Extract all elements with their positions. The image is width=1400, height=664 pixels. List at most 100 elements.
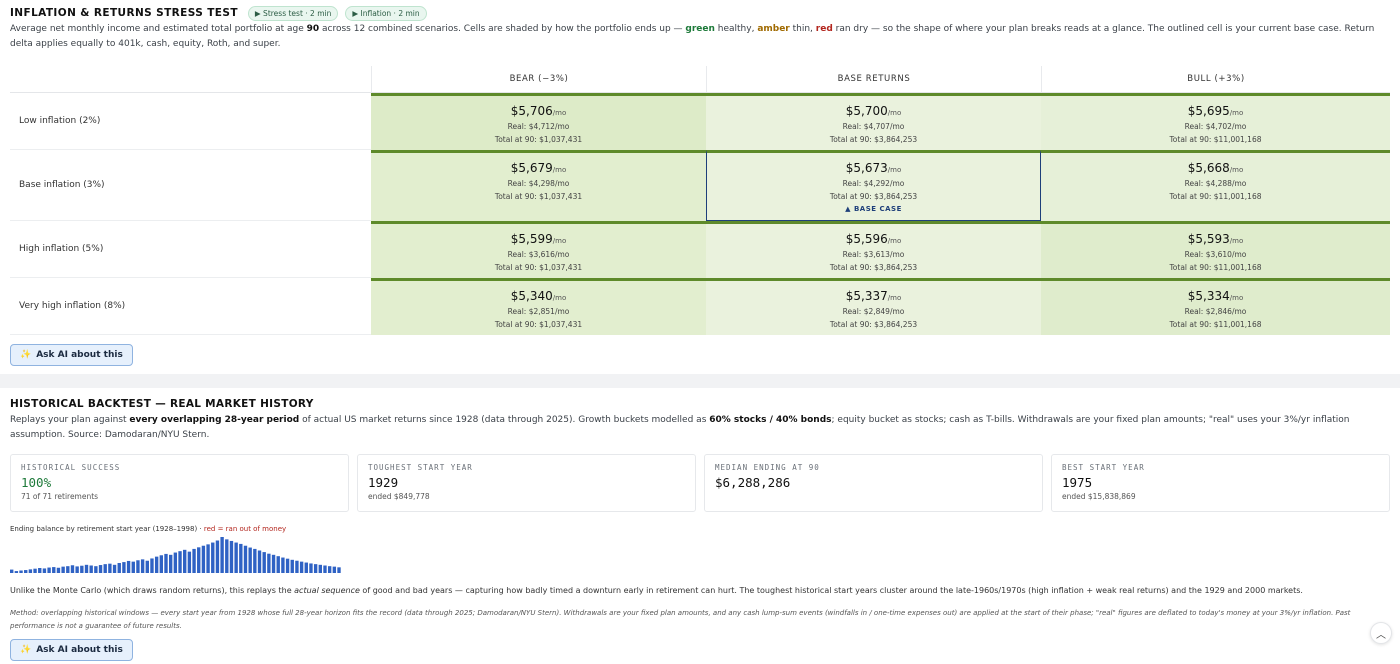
start-year-bar: [323, 565, 327, 573]
nominal-income: $5,340/mo: [510, 289, 567, 303]
method-note: Method: overlapping historical windows —…: [10, 609, 1351, 630]
start-year-bar: [248, 547, 252, 573]
start-year-bar: [70, 565, 75, 573]
real-income: Real: $4,298/mo: [507, 179, 570, 188]
start-year-bar: [61, 566, 65, 573]
total-at-90: Total at 90: $1,037,431: [494, 192, 583, 201]
real-income: Real: $3,610/mo: [1184, 250, 1247, 259]
ask-ai-backtest-button[interactable]: ✨ Ask AI about this: [10, 639, 133, 661]
scenario-cell: $5,706/mo Real: $4,712/mo Total at 90: $1,…: [371, 93, 706, 150]
base-case-label: ▲ BASE CASE: [845, 205, 902, 213]
stat-median-ending: MEDIAN ENDING AT 90 $6,288,286: [704, 454, 1043, 512]
scenario-cell: $5,596/mo Real: $3,613/mo Total at 90: $3,…: [706, 221, 1041, 278]
start-year-bar: [197, 547, 201, 573]
start-year-bar: [201, 545, 206, 573]
start-year-bar: [75, 566, 79, 573]
nominal-income: $5,668/mo: [1187, 161, 1244, 175]
start-year-bar: [145, 560, 149, 573]
start-year-bar: [42, 568, 47, 573]
total-at-90: Total at 90: $3,864,253: [829, 263, 918, 272]
start-year-bar: [173, 552, 178, 573]
start-year-bar: [183, 549, 187, 573]
stat-best-start-year: BEST START YEAR 1975 ended $15,838,869: [1051, 454, 1390, 512]
start-year-bar: [122, 562, 126, 573]
sparkle-icon: ✨: [20, 645, 32, 655]
start-year-bar: [136, 560, 140, 573]
col-header-bear: BEAR (−3%): [509, 74, 569, 84]
start-year-bar: [234, 542, 238, 573]
start-year-bar: [229, 540, 234, 573]
ask-ai-stress-button[interactable]: ✨ Ask AI about this: [10, 344, 133, 366]
start-year-bar: [262, 552, 266, 573]
start-year-bar: [211, 542, 215, 573]
start-year-bar: [253, 548, 257, 573]
start-year-bar: [327, 566, 332, 573]
real-income: Real: $4,702/mo: [1184, 122, 1247, 131]
scroll-to-top-button[interactable]: ︿: [1370, 622, 1392, 644]
start-year-bar: [10, 569, 14, 573]
start-year-bar: [47, 567, 51, 573]
total-at-90: Total at 90: $11,001,168: [1169, 135, 1262, 144]
nominal-income: $5,599/mo: [510, 232, 567, 246]
start-year-bar: [276, 556, 280, 573]
total-at-90: Total at 90: $11,001,168: [1169, 320, 1262, 329]
row-label: Low inflation (2%): [10, 93, 371, 150]
scenario-cell: $5,679/mo Real: $4,298/mo Total at 90: $1,…: [371, 150, 706, 221]
start-year-bar: [220, 537, 224, 573]
start-year-bar: [52, 567, 56, 573]
backtest-section: HISTORICAL BACKTEST — REAL MARKET HISTOR…: [0, 388, 1400, 664]
start-year-bar: [108, 563, 112, 573]
start-year-bar: [150, 558, 154, 573]
start-year-bar: [309, 563, 313, 573]
real-income: Real: $3,616/mo: [507, 250, 570, 259]
section-title: INFLATION & RETURNS STRESS TEST: [10, 7, 238, 19]
start-year-bar: [187, 551, 192, 573]
backtest-description: Replays your plan against every overlapp…: [10, 415, 1350, 440]
start-year-bar: [19, 570, 23, 573]
stress-test-video-pill[interactable]: ▶ Stress test · 2 min: [247, 5, 339, 21]
row-label: Base inflation (3%): [10, 150, 371, 221]
real-income: Real: $4,712/mo: [507, 122, 570, 131]
inflation-video-pill[interactable]: ▶ Inflation · 2 min: [345, 5, 427, 21]
start-year-bar: [215, 540, 220, 573]
nominal-income: $5,334/mo: [1187, 289, 1244, 303]
start-year-bar: [98, 565, 103, 573]
start-year-bar: [168, 554, 173, 573]
ending-balance-bar-chart: [10, 537, 341, 573]
scenario-cell: $5,334/mo Real: $2,846/mo Total at 90: $11…: [1041, 278, 1390, 335]
total-at-90: Total at 90: $3,864,253: [829, 320, 918, 329]
start-year-bar: [267, 553, 271, 573]
start-year-bar: [225, 539, 229, 573]
start-year-bar: [257, 550, 262, 573]
real-income: Real: $4,292/mo: [842, 179, 905, 188]
start-year-bar: [318, 564, 322, 573]
start-year-bar: [313, 564, 318, 573]
start-year-bar: [332, 566, 337, 573]
start-year-bar: [178, 551, 182, 573]
chevron-up-icon: ︿: [1376, 629, 1386, 641]
nominal-income: $5,596/mo: [845, 232, 902, 246]
start-year-bar: [206, 544, 210, 573]
sparkle-icon: ✨: [20, 350, 32, 360]
start-year-bar: [304, 562, 308, 573]
start-year-bar: [66, 566, 70, 573]
scenario-cell: $5,337/mo Real: $2,849/mo Total at 90: $3,…: [706, 278, 1041, 335]
chart-caption: Ending balance by retirement start year …: [10, 525, 287, 533]
start-year-bar: [290, 559, 294, 573]
start-year-bar: [271, 554, 276, 573]
section-gap: [0, 374, 1400, 388]
real-income: Real: $4,707/mo: [842, 122, 905, 131]
nominal-income: $5,679/mo: [510, 161, 567, 175]
start-year-bar: [154, 556, 159, 573]
start-year-bar: [239, 543, 243, 573]
start-year-bar: [28, 569, 33, 573]
start-year-bar: [112, 564, 117, 573]
start-year-bar: [24, 570, 28, 573]
start-year-bar: [140, 559, 145, 573]
nominal-income: $5,337/mo: [845, 289, 902, 303]
total-at-90: Total at 90: $11,001,168: [1169, 263, 1262, 272]
start-year-bar: [192, 548, 196, 573]
real-income: Real: $2,851/mo: [507, 307, 570, 316]
total-at-90: Total at 90: $3,864,253: [829, 135, 918, 144]
nominal-income: $5,706/mo: [510, 104, 567, 118]
